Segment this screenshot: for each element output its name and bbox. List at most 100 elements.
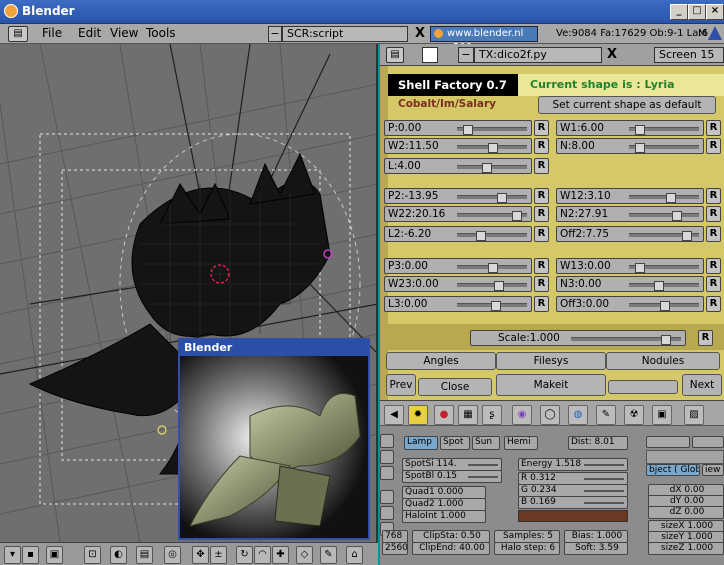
globe-buttons-icon[interactable]: ◍ [568, 405, 588, 425]
grab-icon[interactable]: ✚ [272, 546, 289, 564]
param-slider[interactable]: W1:6.00 [556, 120, 704, 136]
menu-edit[interactable]: Edit [78, 26, 101, 40]
param-knob[interactable] [476, 231, 486, 241]
param-reset-button[interactable]: R [534, 258, 549, 274]
lamp-type-lamp[interactable]: Lamp [404, 436, 438, 450]
next-button[interactable]: Next [682, 374, 722, 396]
param-slider[interactable]: L3:0.00 [384, 296, 532, 312]
view-toggle[interactable]: iew [702, 464, 724, 476]
param-knob[interactable] [660, 301, 670, 311]
window-type-icon[interactable]: ▤ [8, 26, 28, 42]
param-knob[interactable] [635, 263, 645, 273]
maximize-button[interactable]: □ [688, 4, 706, 20]
param-slider[interactable]: Off2:7.75 [556, 226, 704, 242]
tab-angles[interactable]: Angles [386, 352, 496, 370]
proportional-icon[interactable]: ⌂ [346, 546, 363, 564]
param-knob[interactable] [482, 163, 492, 173]
pivot-icon[interactable]: ◇ [296, 546, 313, 564]
param-reset-button[interactable]: R [534, 226, 549, 242]
layer-button[interactable] [380, 450, 394, 464]
pen-icon[interactable]: ✎ [320, 546, 337, 564]
param-knob[interactable] [463, 125, 473, 135]
param-slider[interactable]: P:0.00 [384, 120, 532, 136]
makeit-button[interactable]: Makeit [496, 374, 606, 396]
world-buttons-icon[interactable]: ◯ [540, 405, 560, 425]
menu-tools[interactable]: Tools [146, 26, 176, 40]
param-reset-button[interactable]: R [706, 276, 721, 292]
menu-view[interactable]: View [110, 26, 138, 40]
anim-buttons-icon[interactable]: ʂ [482, 405, 502, 425]
snap-icon[interactable]: ± [210, 546, 227, 564]
render-window[interactable]: Blender [178, 338, 370, 540]
screen-number[interactable]: Screen 15 [654, 47, 724, 63]
param-slider[interactable]: N3:0.00 [556, 276, 704, 292]
set-default-button[interactable]: Set current shape as default [538, 96, 716, 114]
param-slider[interactable]: L2:-6.20 [384, 226, 532, 242]
move-icon[interactable]: ✥ [192, 546, 209, 564]
script-buttons-icon[interactable]: ▣ [652, 405, 672, 425]
param-knob[interactable] [494, 281, 504, 291]
param-reset-button[interactable]: R [706, 258, 721, 274]
blue-slider[interactable]: B 0.169 [518, 496, 628, 509]
param-slider[interactable]: P2:-13.95 [384, 188, 532, 204]
param-reset-button[interactable]: R [706, 138, 721, 154]
url-box[interactable]: www.blender.nl 200 [430, 26, 538, 53]
camera-icon[interactable]: ◎ [164, 546, 181, 564]
param-slider[interactable]: W2:11.50 [384, 138, 532, 154]
layer-button[interactable] [380, 466, 394, 480]
param-reset-button[interactable]: R [706, 296, 721, 312]
lamp-type-hemi[interactable]: Hemi [504, 436, 538, 450]
text-file-name[interactable]: TX:dico2f.py [474, 47, 602, 63]
param-slider[interactable]: W12:3.10 [556, 188, 704, 204]
prev-button[interactable]: Prev [386, 374, 416, 396]
menu-file[interactable]: File [42, 26, 62, 40]
zoom-icon[interactable]: ⊡ [84, 546, 101, 564]
param-slider[interactable]: P3:0.00 [384, 258, 532, 274]
radiosity-buttons-icon[interactable]: ◉ [512, 405, 532, 425]
param-knob[interactable] [488, 263, 498, 273]
text-unlink-button[interactable]: X [604, 47, 620, 63]
param-knob[interactable] [635, 143, 645, 153]
param-slider[interactable]: W13:0.00 [556, 258, 704, 274]
param-knob[interactable] [635, 125, 645, 135]
extra-slider-b[interactable] [692, 436, 724, 448]
dist-field[interactable]: Dist: 8.01 [568, 436, 628, 450]
param-reset-button[interactable]: R [534, 276, 549, 292]
screen-selector[interactable]: SCR:script [282, 26, 408, 42]
param-reset-button[interactable]: R [534, 206, 549, 222]
scale-slider[interactable]: Scale:1.000 [470, 330, 686, 346]
soft-field[interactable]: Soft: 3.59 [564, 542, 628, 555]
local-view-icon[interactable]: ▤ [136, 546, 153, 564]
close-button[interactable]: Close [418, 378, 492, 396]
texture-buttons-icon[interactable]: ▦ [458, 405, 478, 425]
lamp-buttons-icon[interactable]: ✹ [408, 405, 428, 425]
halo-step-field[interactable]: Halo step: 6 [494, 542, 560, 555]
param-reset-button[interactable]: R [534, 120, 549, 136]
menu-dropdown[interactable] [608, 380, 678, 394]
layer-button[interactable] [380, 506, 394, 520]
object-global-toggle[interactable]: bject ( Glob [646, 464, 700, 476]
fullscreen-toggle[interactable] [422, 47, 438, 63]
minimize-button[interactable]: _ [670, 4, 688, 20]
dz-field[interactable]: dZ 0.00 [648, 506, 724, 519]
param-reset-button[interactable]: R [706, 226, 721, 242]
radioactive-buttons-icon[interactable]: ☢ [624, 405, 644, 425]
scale-reset-button[interactable]: R [698, 330, 713, 346]
param-slider[interactable]: W23:0.00 [384, 276, 532, 292]
param-knob[interactable] [497, 193, 507, 203]
energy-slider[interactable]: Energy 1.518 [518, 458, 628, 471]
param-slider[interactable]: Off3:0.00 [556, 296, 704, 312]
material-buttons-icon[interactable]: ● [434, 405, 454, 425]
param-knob[interactable] [491, 301, 501, 311]
clipend-field[interactable]: ClipEnd: 40.00 [412, 542, 490, 555]
layer-button[interactable] [380, 490, 394, 504]
spotbl-slider[interactable]: SpotBl 0.15 [402, 470, 502, 483]
tab-nodules[interactable]: Nodules [606, 352, 720, 370]
sizez-field[interactable]: sizeZ 1.000 [648, 542, 724, 555]
paint-buttons-icon[interactable]: ✎ [596, 405, 616, 425]
param-slider[interactable]: L:4.00 [384, 158, 532, 174]
scale-icon[interactable]: ◠ [254, 546, 271, 564]
param-knob[interactable] [672, 211, 682, 221]
text-browse-button[interactable]: − [458, 47, 474, 63]
rotate-icon[interactable]: ↻ [236, 546, 253, 564]
